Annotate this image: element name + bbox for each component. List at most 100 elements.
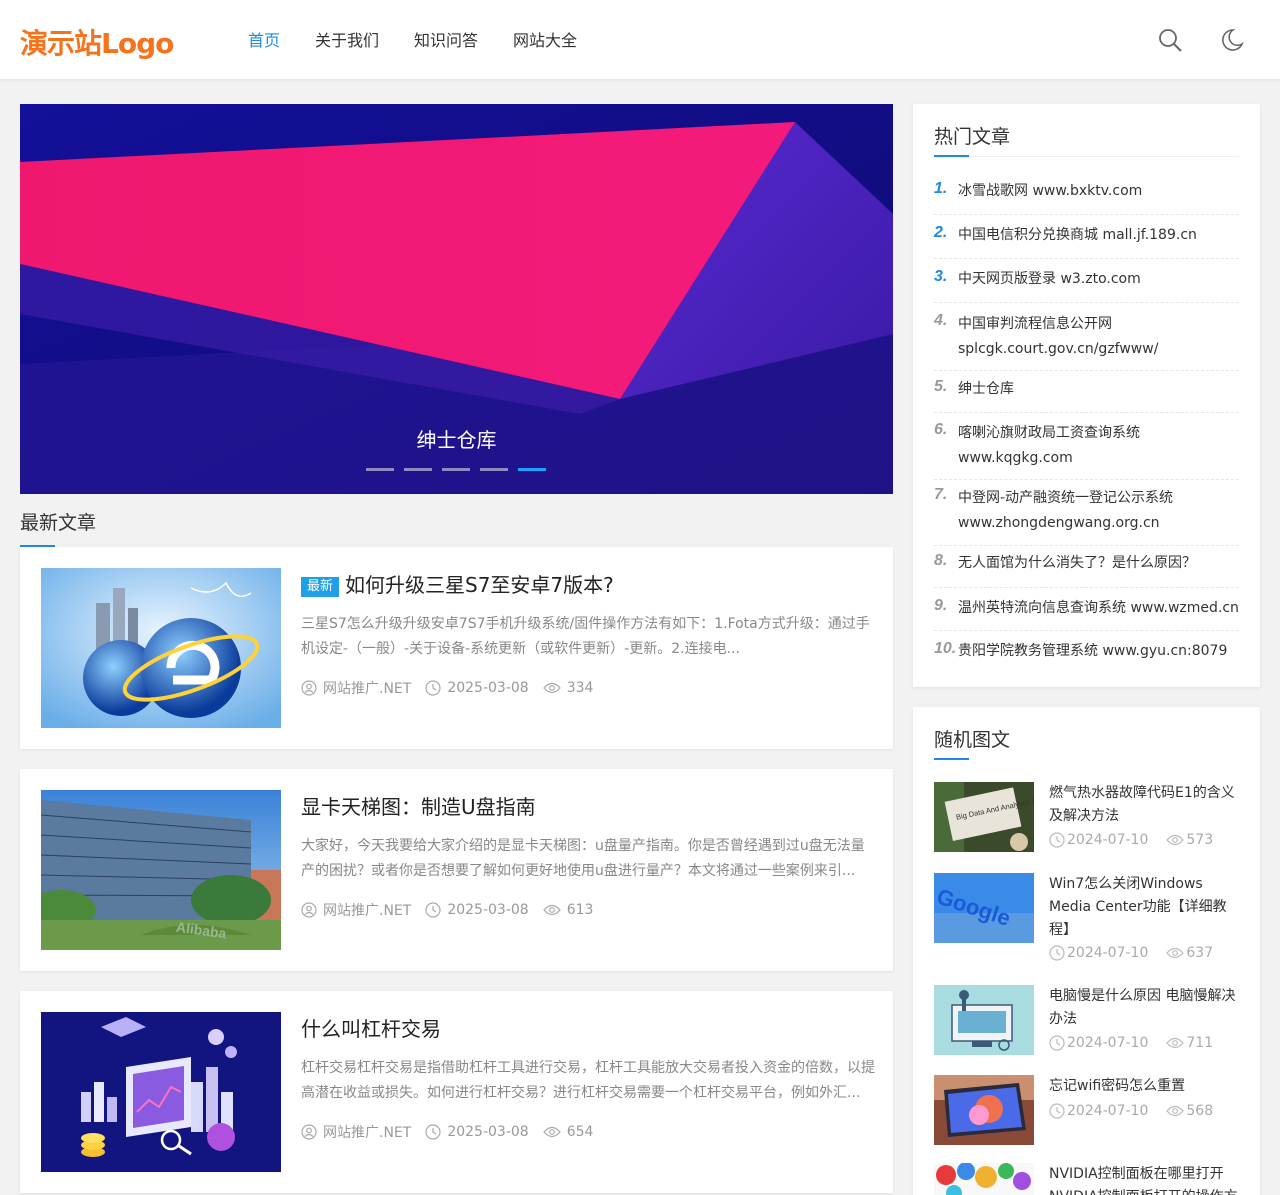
random-article-views: 568 xyxy=(1186,1103,1214,1119)
article-thumbnail[interactable] xyxy=(41,1012,281,1172)
eye-icon xyxy=(1166,1105,1185,1117)
nav-item-qa[interactable]: 知识问答 xyxy=(414,28,478,54)
article-title[interactable]: 什么叫杠杆交易 xyxy=(301,1013,441,1042)
user-icon xyxy=(301,1124,317,1140)
carousel-dot[interactable] xyxy=(366,468,394,471)
hot-article-link[interactable]: 绅士仓库 xyxy=(958,378,1240,400)
clock-icon xyxy=(1049,1103,1065,1119)
article-card: 什么叫杠杆交易 杠杆交易杠杆交易是指借助杠杆工具进行交易，杠杆工具能放大交易者投… xyxy=(20,991,893,1193)
random-articles-widget: 随机图文 Big Data And Analytics Solutions 燃气… xyxy=(913,707,1260,1195)
rank-number: 9. xyxy=(934,597,948,614)
article-meta: 网站推广.NET 2025-03-08 334 xyxy=(301,678,607,698)
random-article-meta: 2024-07-10 568 xyxy=(1049,1103,1231,1119)
article-excerpt: 三星S7怎么升级升级安卓7S7手机升级系统/固件操作方法有如下：1.Fota方式… xyxy=(301,616,870,657)
eye-icon xyxy=(542,1126,561,1138)
banner-caption[interactable]: 绅士仓库 xyxy=(20,424,893,453)
hot-article-item[interactable]: 7. 中登网-动产融资统一登记公示系统 www.zhongdengwang.or… xyxy=(934,486,1239,546)
hot-article-item[interactable]: 5. 绅士仓库 xyxy=(934,378,1239,413)
hot-article-link[interactable]: 中登网-动产融资统一登记公示系统 www.zhongdengwang.org.c… xyxy=(958,486,1240,536)
hot-article-link[interactable]: 中国电信积分兑换商城 mall.jf.189.cn xyxy=(958,224,1240,246)
hot-article-link[interactable]: 喀喇沁旗财政局工资查询系统 www.kqgkg.com xyxy=(958,421,1240,471)
random-article-thumbnail[interactable] xyxy=(934,985,1034,1055)
hot-article-item[interactable]: 10. 贵阳学院教务管理系统 www.gyu.cn:8079 xyxy=(934,640,1239,670)
moon-icon[interactable] xyxy=(1217,26,1245,54)
hot-article-link[interactable]: 贵阳学院教务管理系统 www.gyu.cn:8079 xyxy=(958,640,1240,662)
random-article-item[interactable]: NVIDIA控制面板在哪里打开 NVIDIA控制面板打开的操作方 xyxy=(934,1163,1239,1195)
random-article-title[interactable]: 忘记wifi密码怎么重置 xyxy=(1049,1075,1239,1098)
nav-item-home[interactable]: 首页 xyxy=(248,28,280,54)
eye-icon xyxy=(1166,1037,1185,1049)
rank-number: 7. xyxy=(934,486,948,503)
random-article-meta: 2024-07-10 711 xyxy=(1049,1035,1231,1051)
article-views: 654 xyxy=(566,1124,594,1140)
random-article-item[interactable]: 忘记wifi密码怎么重置 2024-07-10 568 xyxy=(934,1075,1239,1147)
carousel-dot[interactable] xyxy=(480,468,508,471)
eye-icon xyxy=(1166,947,1185,959)
carousel-dot-active[interactable] xyxy=(518,468,546,471)
user-icon xyxy=(301,902,317,918)
hot-article-item[interactable]: 2. 中国电信积分兑换商城 mall.jf.189.cn xyxy=(934,224,1239,259)
article-thumbnail[interactable] xyxy=(41,568,281,728)
random-article-thumbnail[interactable] xyxy=(934,1163,1034,1195)
site-logo[interactable]: 演示站Logo xyxy=(20,22,174,62)
banner-carousel[interactable]: 绅士仓库 xyxy=(20,104,893,494)
new-badge: 最新 xyxy=(301,577,340,597)
random-article-item[interactable]: Google Win7怎么关闭Windows Media Center功能【详细… xyxy=(934,873,1239,968)
article-title[interactable]: 最新 如何升级三星S7至安卓7版本? xyxy=(301,569,614,598)
random-article-title[interactable]: 燃气热水器故障代码E1的含义及解决方法 xyxy=(1049,782,1239,828)
article-author[interactable]: 网站推广.NET xyxy=(323,1122,411,1142)
article-views: 334 xyxy=(566,680,594,696)
nav-item-directory[interactable]: 网站大全 xyxy=(513,28,577,54)
article-author[interactable]: 网站推广.NET xyxy=(323,678,411,698)
clock-icon xyxy=(425,1124,441,1140)
article-author[interactable]: 网站推广.NET xyxy=(323,900,411,920)
hot-article-link[interactable]: 中天网页版登录 w3.zto.com xyxy=(958,268,1240,290)
latest-section-title: 最新文章 xyxy=(20,512,97,534)
random-article-date: 2024-07-10 xyxy=(1067,1035,1149,1051)
hot-article-link[interactable]: 冰雪战歌网 www.bxktv.com xyxy=(958,180,1240,202)
clock-icon xyxy=(1049,945,1065,961)
article-meta: 网站推广.NET 2025-03-08 654 xyxy=(301,1122,607,1142)
random-article-thumbnail[interactable]: Google xyxy=(934,873,1034,943)
random-article-title[interactable]: NVIDIA控制面板在哪里打开 NVIDIA控制面板打开的操作方 xyxy=(1049,1163,1239,1195)
article-thumbnail[interactable]: Alibaba xyxy=(41,790,281,950)
hot-article-item[interactable]: 3. 中天网页版登录 w3.zto.com xyxy=(934,268,1239,303)
random-article-item[interactable]: 电脑慢是什么原因 电脑慢解决办法 2024-07-10 711 xyxy=(934,985,1239,1057)
widget-title-underline xyxy=(934,155,1239,157)
random-article-title[interactable]: Win7怎么关闭Windows Media Center功能【详细教程】 xyxy=(1049,873,1239,942)
random-article-meta: 2024-07-10 637 xyxy=(1049,945,1231,961)
article-views: 613 xyxy=(566,902,594,918)
hot-article-item[interactable]: 9. 温州英特流向信息查询系统 www.wzmed.cn xyxy=(934,597,1239,631)
hot-articles-title: 热门文章 xyxy=(934,126,1011,148)
random-article-title[interactable]: 电脑慢是什么原因 电脑慢解决办法 xyxy=(1049,985,1239,1031)
user-icon xyxy=(301,680,317,696)
hot-article-link[interactable]: 中国审判流程信息公开网 splcgk.court.gov.cn/gzfwww/ xyxy=(958,312,1240,362)
search-icon[interactable] xyxy=(1156,26,1184,54)
hot-article-item[interactable]: 1. 冰雪战歌网 www.bxktv.com xyxy=(934,180,1239,215)
article-title-text[interactable]: 如何升级三星S7至安卓7版本? xyxy=(345,573,614,597)
clock-icon xyxy=(425,902,441,918)
nav-item-about[interactable]: 关于我们 xyxy=(315,28,379,54)
eye-icon xyxy=(542,682,561,694)
random-article-thumbnail[interactable]: Big Data And Analytics Solutions xyxy=(934,782,1034,852)
carousel-dot[interactable] xyxy=(404,468,432,471)
rank-number: 10. xyxy=(934,640,957,657)
random-article-date: 2024-07-10 xyxy=(1067,832,1149,848)
carousel-indicators xyxy=(366,468,556,471)
hot-article-item[interactable]: 6. 喀喇沁旗财政局工资查询系统 www.kqgkg.com xyxy=(934,421,1239,480)
rank-number: 6. xyxy=(934,421,948,438)
eye-icon xyxy=(542,904,561,916)
hot-article-item[interactable]: 4. 中国审判流程信息公开网 splcgk.court.gov.cn/gzfww… xyxy=(934,312,1239,371)
rank-number: 4. xyxy=(934,312,948,329)
article-card: 最新 如何升级三星S7至安卓7版本? 三星S7怎么升级升级安卓7S7手机升级系统/… xyxy=(20,547,893,749)
hot-article-link[interactable]: 温州英特流向信息查询系统 www.wzmed.cn xyxy=(958,597,1240,619)
article-date: 2025-03-08 xyxy=(447,1124,529,1140)
random-article-thumbnail[interactable] xyxy=(934,1075,1034,1145)
random-article-item[interactable]: Big Data And Analytics Solutions 燃气热水器故障… xyxy=(934,782,1239,854)
hot-article-link[interactable]: 无人面馆为什么消失了？是什么原因？ xyxy=(958,552,1240,574)
carousel-dot[interactable] xyxy=(442,468,470,471)
article-title[interactable]: 显卡天梯图：制造U盘指南 xyxy=(301,791,536,820)
hot-article-item[interactable]: 8. 无人面馆为什么消失了？是什么原因？ xyxy=(934,552,1239,588)
clock-icon xyxy=(1049,1035,1065,1051)
rank-number: 2. xyxy=(934,224,948,241)
